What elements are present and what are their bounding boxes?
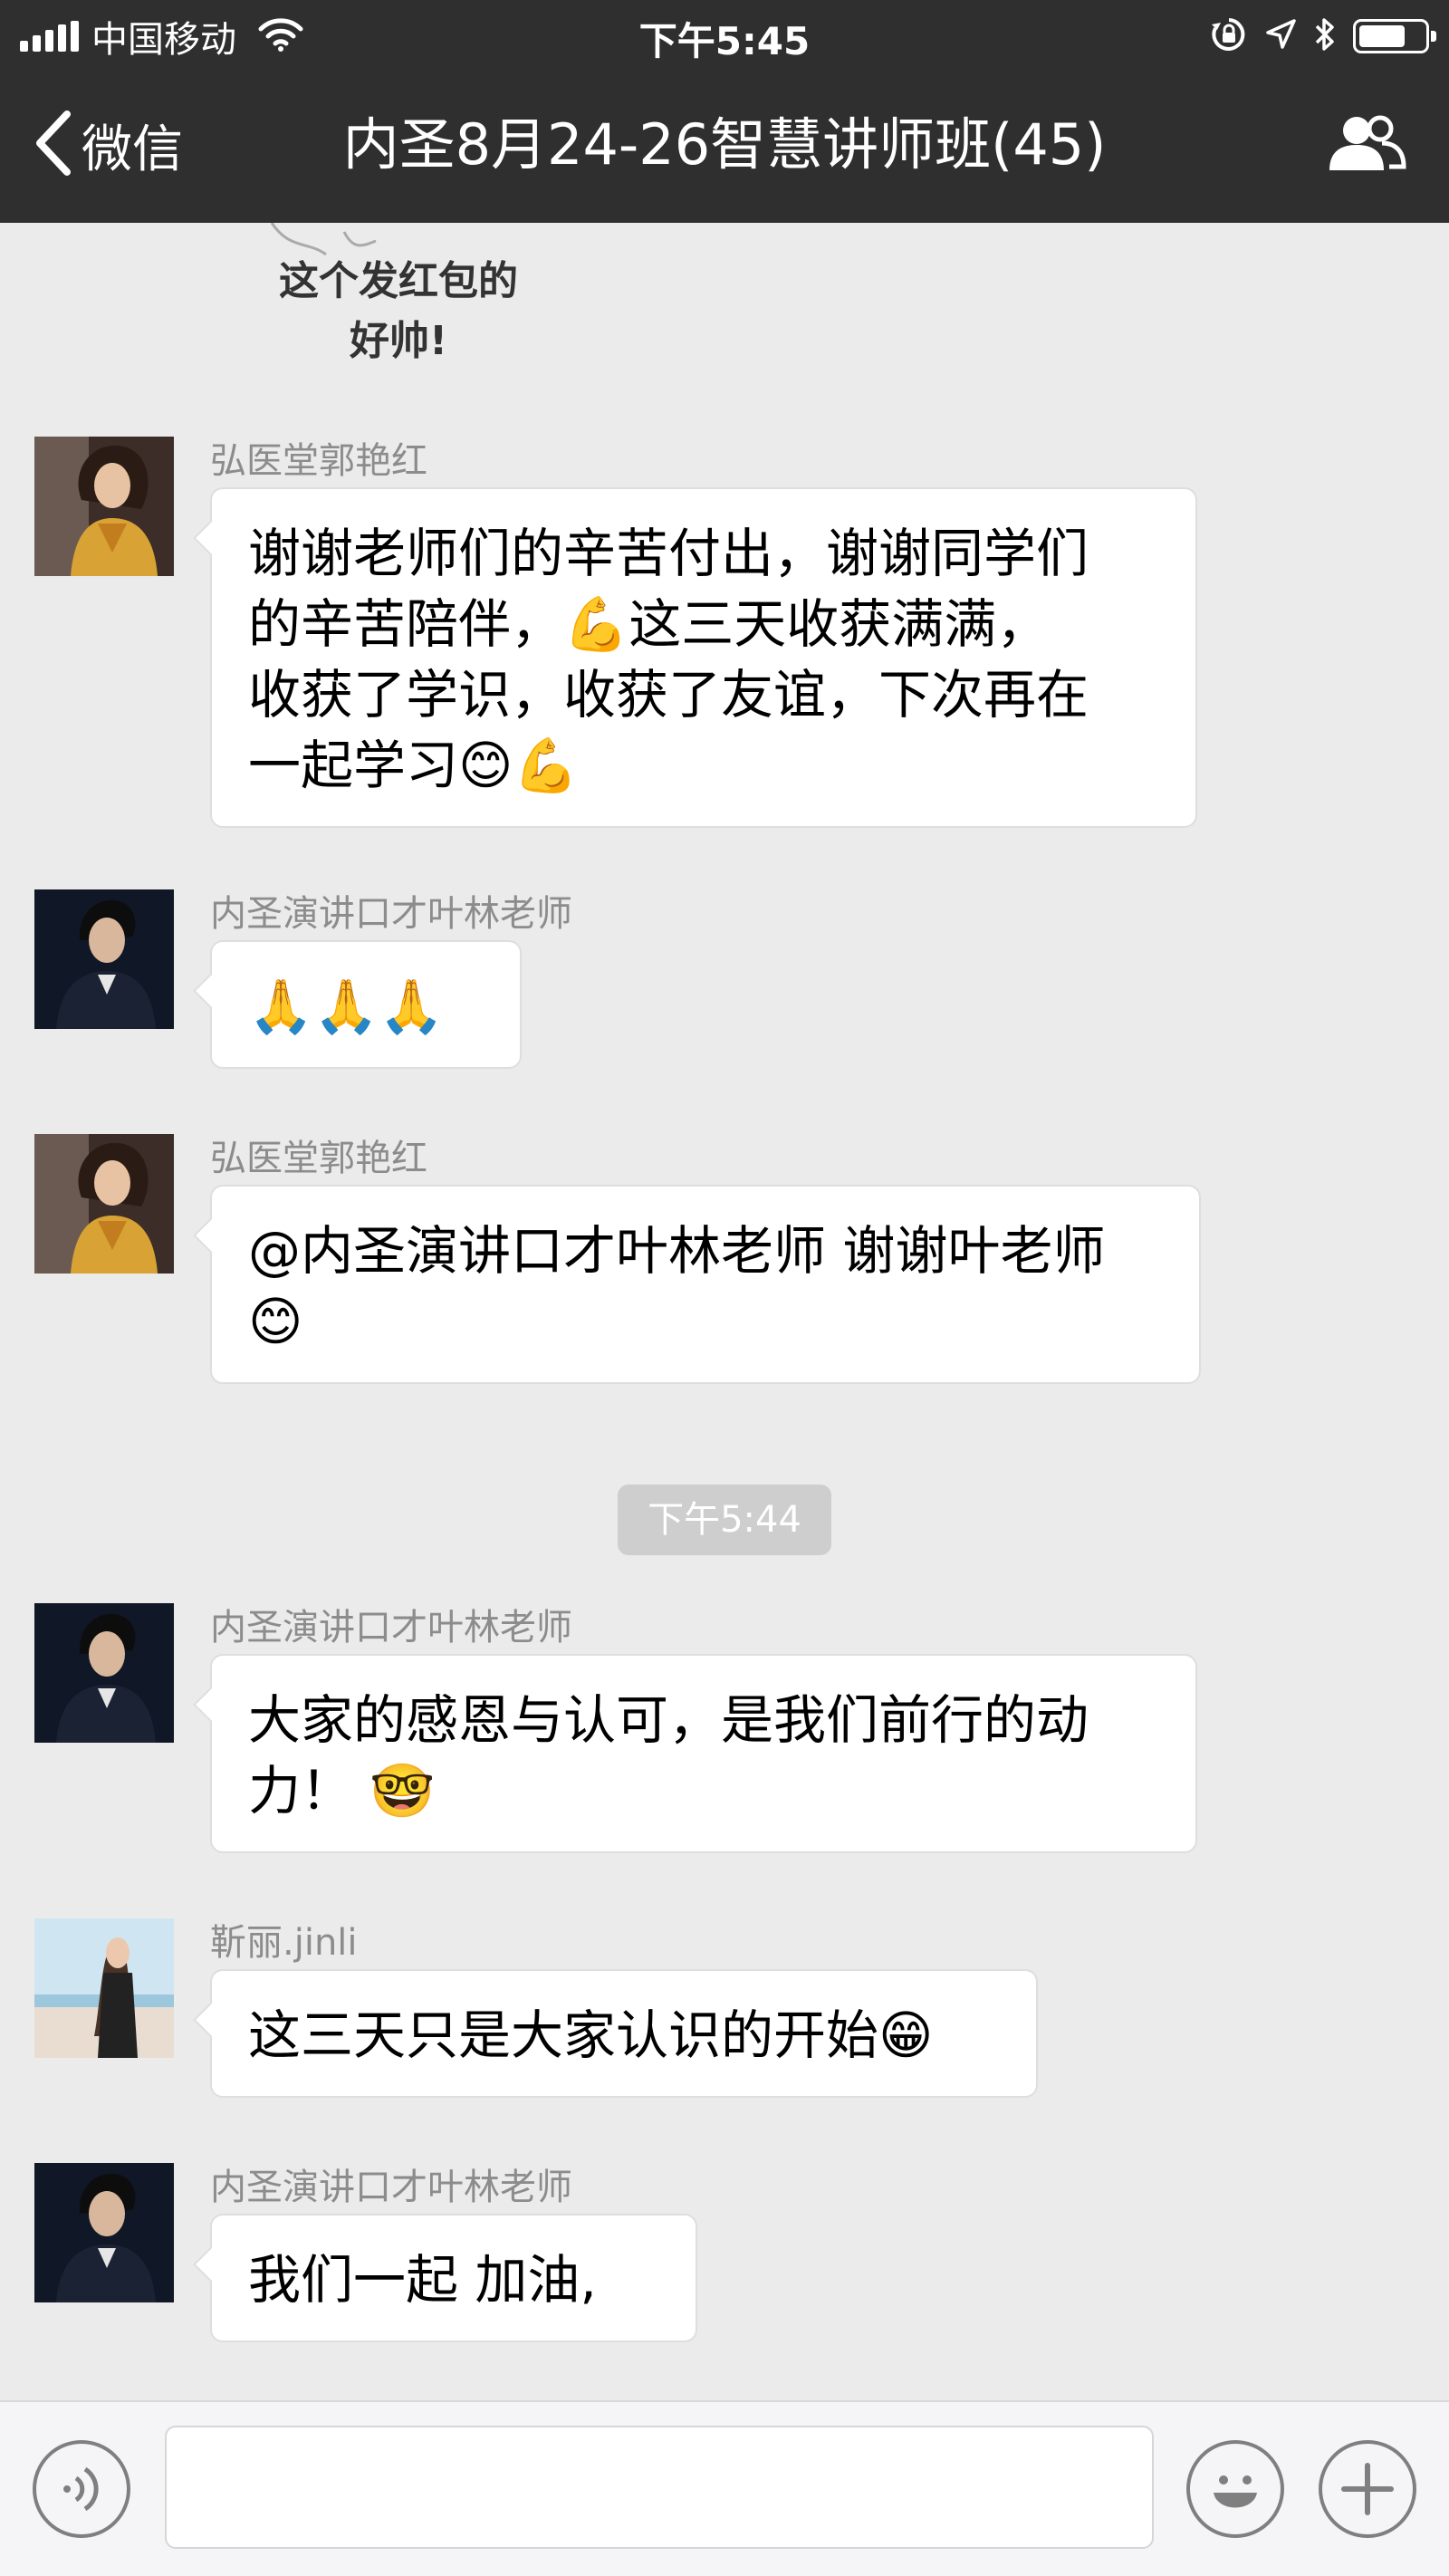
- sender-name: 弘医堂郭艳红: [210, 1138, 427, 1179]
- timestamp-divider: 下午5:44: [618, 1485, 831, 1555]
- avatar[interactable]: [34, 1918, 174, 2058]
- message-bubble[interactable]: 谢谢老师们的辛苦付出，谢谢同学们 的辛苦陪伴，💪这三天收获满满， 收获了学识，收…: [210, 487, 1197, 828]
- back-button[interactable]: 微信: [33, 109, 183, 181]
- battery-level: [1359, 25, 1406, 47]
- sender-name: 内圣演讲口才叶林老师: [210, 1607, 572, 1648]
- chevron-left-icon: [33, 109, 72, 181]
- avatar[interactable]: [34, 1603, 174, 1743]
- orientation-lock-icon: [1210, 15, 1248, 57]
- location-icon: [1264, 18, 1297, 54]
- bluetooth-icon: [1313, 15, 1337, 57]
- chat-title: 内圣8月24-26智慧讲师班(45): [342, 111, 1107, 178]
- sender-name: 内圣演讲口才叶林老师: [210, 893, 572, 935]
- sticker-image[interactable]: 这个发红包的 好帅!: [217, 223, 580, 368]
- avatar[interactable]: [34, 437, 174, 576]
- voice-button[interactable]: [33, 2440, 130, 2538]
- group-members-button[interactable]: [1322, 111, 1409, 179]
- avatar[interactable]: [34, 889, 174, 1029]
- sender-name: 弘医堂郭艳红: [210, 440, 427, 482]
- battery-icon: [1353, 19, 1436, 53]
- status-bar: 中国移动 下午5:45: [0, 0, 1449, 72]
- message-bubble[interactable]: 🙏🙏🙏: [210, 940, 522, 1069]
- message-bubble[interactable]: @内圣演讲口才叶林老师 谢谢叶老师 😊: [210, 1185, 1201, 1384]
- message-bubble[interactable]: 这三天只是大家认识的开始😁: [210, 1969, 1038, 2098]
- message-bubble[interactable]: 大家的感恩与认可，是我们前行的动 力！ 🤓: [210, 1654, 1197, 1853]
- avatar[interactable]: [34, 2163, 174, 2302]
- nav-bar: 微信 内圣8月24-26智慧讲师班(45): [0, 72, 1449, 223]
- avatar[interactable]: [34, 1134, 174, 1274]
- sender-name: 靳丽.jinli: [210, 1922, 358, 1964]
- input-bar: [0, 2400, 1449, 2576]
- chat-area[interactable]: 这个发红包的 好帅! 弘医堂郭艳红 谢谢老师们的辛苦付出，谢谢同学们 的辛苦陪伴…: [0, 223, 1449, 2400]
- message-bubble[interactable]: 我们一起 加油,: [210, 2214, 697, 2342]
- sender-name: 内圣演讲口才叶林老师: [210, 2167, 572, 2208]
- message-input[interactable]: [165, 2426, 1154, 2549]
- emoji-button[interactable]: [1186, 2440, 1284, 2538]
- back-label: 微信: [82, 120, 183, 179]
- more-button[interactable]: [1319, 2440, 1416, 2538]
- sticker-caption: 这个发红包的 好帅!: [279, 258, 518, 364]
- group-members-icon: [1322, 115, 1409, 183]
